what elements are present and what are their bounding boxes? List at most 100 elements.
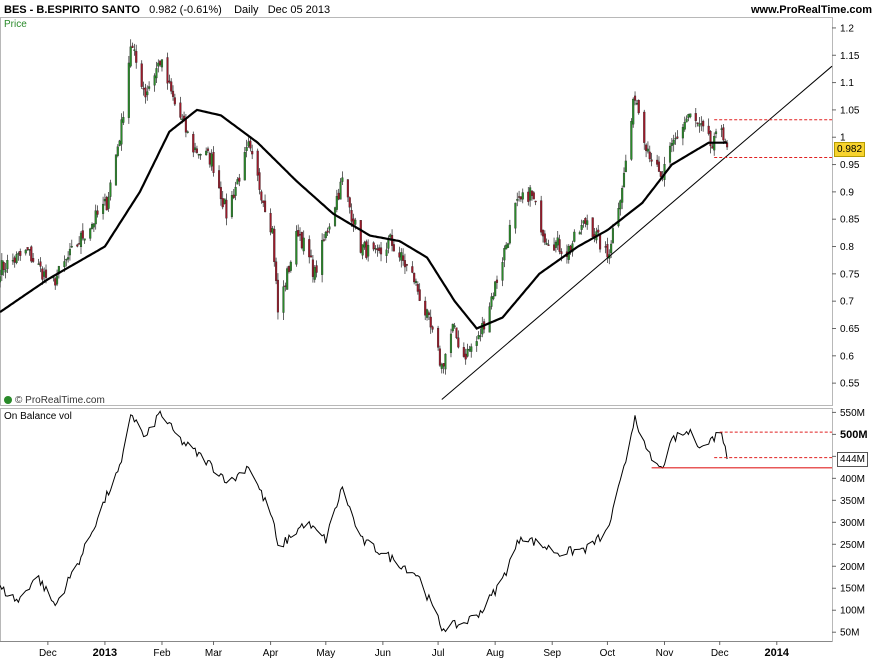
price-candle [645,144,648,151]
price-candle [0,276,2,283]
price-candle [578,232,581,235]
price-candle [503,248,506,261]
price-candle [361,244,364,256]
price-candle [30,246,33,262]
price-candle [597,229,600,233]
price-candle [646,148,649,152]
price-candle [120,119,123,145]
price-candle [232,194,235,198]
price-candle [155,68,158,79]
price-candle [243,152,246,181]
price-candle [341,177,344,182]
price-candle [714,131,718,135]
price-candle [146,91,149,96]
price-candle [541,229,545,237]
price-candle [518,196,521,198]
price-candle [118,140,121,146]
price-candle [168,80,171,83]
price-candle [78,243,81,245]
price-candle [599,234,602,250]
obv-y-tick-label: 300M [840,518,865,529]
price-candle [302,237,305,252]
x-tick-label: Jul [432,648,445,659]
price-candle [208,153,211,165]
price-candle [506,243,510,248]
price-candle [256,150,259,176]
symbol-title: BES - B.ESPIRITO SANTO [4,4,140,16]
obv-line [0,410,728,633]
price-candle [225,199,228,219]
price-candle [94,210,97,225]
price-candle [67,257,70,260]
price-candle [245,147,248,151]
price-candle [477,335,480,340]
price-candle [116,146,119,156]
price-candle [411,266,414,273]
obv-y-tick-label: 350M [840,496,865,507]
price-candle [19,251,22,256]
quote-value: 0.982 (-0.61%) [149,4,222,16]
price-y-tick-label: 0.8 [840,242,854,253]
price-candle [251,151,254,155]
price-candle [249,140,252,149]
price-candle [114,154,118,186]
obv-y-tick-label: 550M [840,408,865,419]
price-candle [501,262,504,281]
price-candle [295,230,298,265]
price-candle [402,255,405,261]
price-candle [464,353,467,360]
price-candle [346,179,349,198]
price-candle [722,127,725,141]
price-candle [276,279,279,313]
price-candle [166,57,169,84]
price-candle [206,148,210,151]
date-label: Dec 05 2013 [267,4,331,16]
price-candle [630,120,633,160]
price-candle [466,348,469,357]
price-candle [269,212,272,233]
price-candle [398,252,401,258]
price-candle [681,126,684,139]
price-candle [700,123,703,125]
price-candle [273,228,276,263]
price-candle [321,240,324,275]
price-candle [339,181,342,200]
price-candle [685,118,688,123]
price-candle [547,244,550,246]
price-candle [569,245,572,251]
price-candle [556,237,559,246]
price-candle [545,243,548,245]
price-candle [13,257,16,263]
price-candle [219,186,222,200]
price-candle [479,335,482,337]
price-candle [236,179,239,185]
price-candle [311,259,314,277]
site-link[interactable]: www.ProRealTime.com [751,4,872,16]
price-candle [508,224,511,244]
price-candle [234,186,237,196]
price-candle [144,87,147,98]
price-candle [650,159,653,162]
chart-header: BES - B.ESPIRITO SANTO 0.982 (-0.61%) Da… [4,4,330,16]
price-candle [427,312,430,316]
price-y-tick-label: 0.85 [840,215,860,226]
price-candle [262,200,265,203]
price-candle [405,264,408,266]
price-candle [109,182,112,197]
obv-current-tag: 444M [837,452,869,467]
price-candle [689,113,692,118]
price-candle [468,349,471,351]
price-candle [192,133,195,153]
price-candle [2,262,5,270]
price-y-tick-label: 0.65 [840,324,860,335]
x-tick-label: Jun [375,648,391,659]
x-tick-label: Oct [600,648,616,659]
x-tick-label: 2014 [765,647,790,659]
x-tick-label: Mar [205,648,223,659]
price-candle [619,200,622,210]
price-candle [624,160,627,173]
price-candle [271,228,274,234]
credit-text: © ProRealTime.com [15,395,105,406]
price-candle [492,296,495,300]
price-candle [230,195,233,218]
